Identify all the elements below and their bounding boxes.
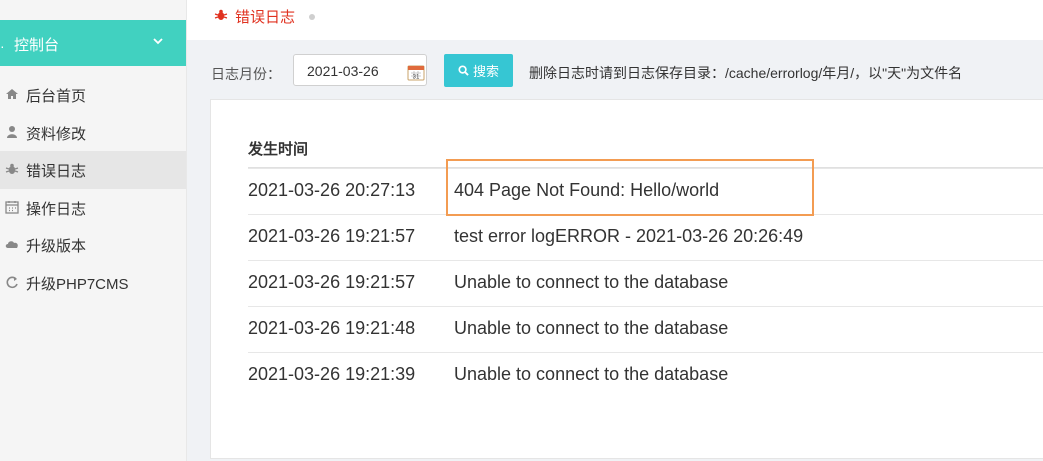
sidebar-item-label: 后台首页 xyxy=(26,88,87,105)
sidebar-item-profile[interactable]: 资料修改 xyxy=(0,114,186,152)
sidebar-header-console[interactable]: · 控制台 xyxy=(0,20,186,66)
bug-icon xyxy=(5,162,19,176)
row-message: test error logERROR - 2021-03-26 20:26:4… xyxy=(454,226,804,246)
table-row: 2021-03-26 19:21:57 test error logERROR … xyxy=(248,214,1043,260)
row-time: 2021-03-26 19:21:48 xyxy=(248,318,416,338)
sidebar-item-error-log[interactable]: 错误日志 xyxy=(0,151,186,189)
delete-hint: 删除日志时请到日志保存目录：/cache/errorlog/年月/，以"天"为文… xyxy=(529,65,963,81)
sidebar-item-label: 操作日志 xyxy=(26,200,87,218)
row-message: Unable to connect to the database xyxy=(454,272,729,292)
row-time: 2021-03-26 20:27:13 xyxy=(248,180,416,200)
user-icon xyxy=(5,125,19,139)
sidebar-header-label: 控制台 xyxy=(14,37,60,54)
refresh-icon xyxy=(5,275,19,289)
sidebar-item-label: 错误日志 xyxy=(26,163,87,180)
page-header: 错误日志 xyxy=(187,0,1043,40)
sidebar-item-upgrade[interactable]: 升级版本 xyxy=(0,226,186,264)
svg-text:31: 31 xyxy=(413,75,420,81)
sidebar: · 控制台 后台首页 资料修改 错误日志 操作日志 升级版本 升级PHP7CMS xyxy=(0,0,187,461)
sidebar-item-operation-log[interactable]: 操作日志 xyxy=(0,189,186,227)
log-month-input[interactable]: 2021-03-26 31 xyxy=(293,54,427,86)
sidebar-item-upgrade-php7cms[interactable]: 升级PHP7CMS xyxy=(0,264,186,302)
search-button-label: 搜索 xyxy=(472,64,499,79)
table-row: 2021-03-26 19:21:57 Unable to connect to… xyxy=(248,260,1043,306)
calendar-picker-icon[interactable]: 31 xyxy=(407,63,425,81)
row-time: 2021-03-26 19:21:57 xyxy=(248,272,416,292)
table-row: 2021-03-26 19:21:39 Unable to connect to… xyxy=(248,352,1043,398)
row-time: 2021-03-26 19:21:57 xyxy=(248,226,416,246)
table-row: 2021-03-26 19:21:48 Unable to connect to… xyxy=(248,306,1043,352)
bug-icon xyxy=(214,9,228,20)
tab-dot xyxy=(309,14,315,20)
row-message: Unable to connect to the database xyxy=(454,364,729,384)
search-icon xyxy=(458,65,469,76)
cloud-icon xyxy=(5,237,19,251)
sidebar-item-label: 资料修改 xyxy=(26,125,87,143)
row-message: Unable to connect to the database xyxy=(454,318,729,338)
page-title: 错误日志 xyxy=(235,9,296,26)
log-month-label: 日志月份： xyxy=(211,66,281,82)
highlight-box xyxy=(446,159,814,216)
chevron-down-icon[interactable] xyxy=(150,33,166,49)
sidebar-item-label: 升级版本 xyxy=(26,238,87,255)
search-button[interactable]: 搜索 xyxy=(444,54,513,87)
row-time: 2021-03-26 19:21:39 xyxy=(248,364,416,384)
log-month-value: 2021-03-26 xyxy=(307,63,379,79)
calendar-icon xyxy=(5,200,19,214)
sidebar-header-dot: · xyxy=(0,38,5,54)
sidebar-item-label: 升级PHP7CMS xyxy=(26,275,129,293)
log-panel: 发生时间 2021-03-26 20:27:13 404 Page Not Fo… xyxy=(210,99,1043,459)
home-icon xyxy=(5,87,19,101)
column-header-time: 发生时间 xyxy=(248,141,309,158)
sidebar-item-home[interactable]: 后台首页 xyxy=(0,76,186,114)
search-bar: 日志月份： 2021-03-26 31 搜索 删除日志时请到日志保存目录：/ca… xyxy=(187,40,1043,100)
sidebar-menu: 后台首页 资料修改 错误日志 操作日志 升级版本 升级PHP7CMS xyxy=(0,76,186,301)
